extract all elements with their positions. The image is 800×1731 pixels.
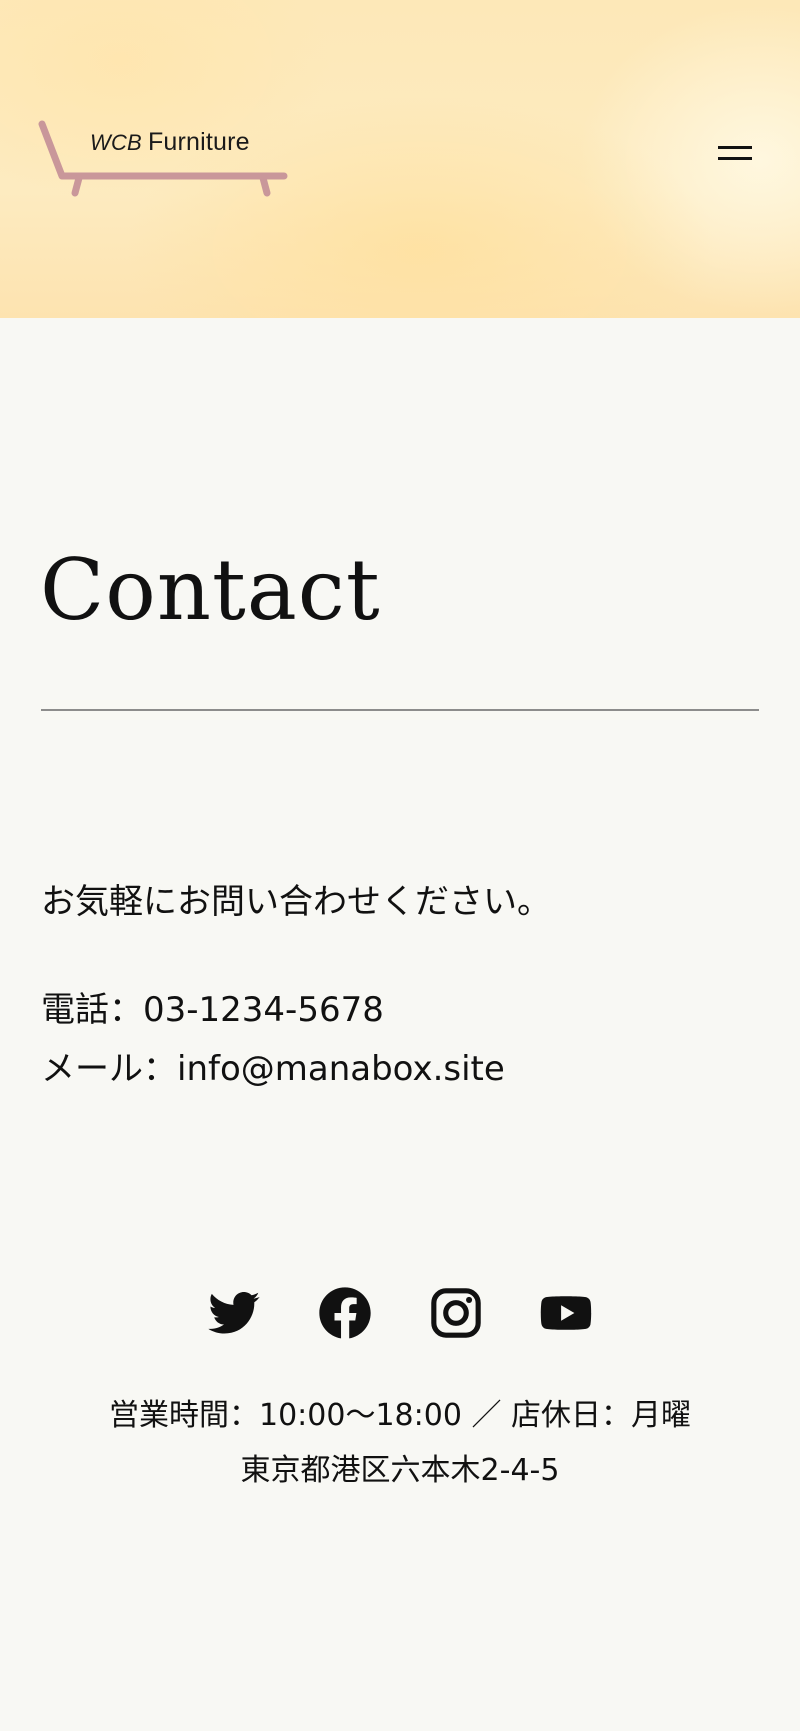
site-logo[interactable]: WCB Furniture (38, 118, 290, 198)
facebook-icon[interactable] (317, 1285, 373, 1341)
logo-brand-name: Furniture (147, 128, 250, 156)
business-hours: 営業時間：10:00〜18:00 ／ 店休日：月曜 (109, 1398, 691, 1433)
logo-text: WCB Furniture (90, 128, 250, 157)
site-header: WCB Furniture (0, 0, 800, 318)
logo-brand-prefix: WCB (90, 130, 142, 155)
instagram-icon[interactable] (428, 1285, 484, 1341)
menu-line-bottom (718, 157, 752, 160)
twitter-icon[interactable] (206, 1285, 262, 1341)
contact-intro: お気軽にお問い合わせください。 (41, 882, 551, 922)
youtube-icon[interactable] (538, 1285, 594, 1341)
page-title: Contact (40, 541, 381, 639)
title-divider (41, 709, 759, 711)
store-address: 東京都港区六本木2-4-5 (240, 1453, 560, 1488)
email-address: メール：info@manabox.site (41, 1049, 505, 1089)
hamburger-menu-icon[interactable] (714, 140, 758, 172)
menu-line-top (718, 146, 752, 149)
phone-number: 電話：03-1234-5678 (41, 990, 384, 1030)
